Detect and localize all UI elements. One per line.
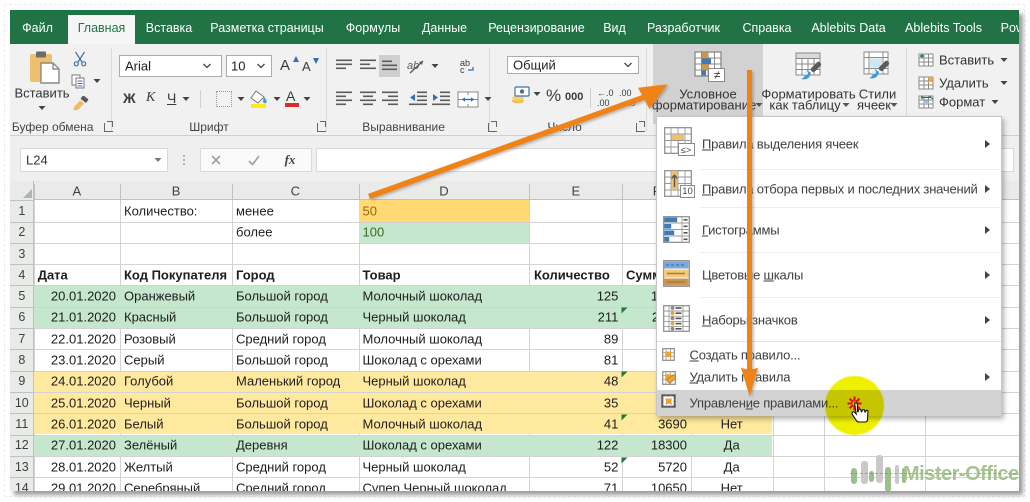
svg-text:c: c xyxy=(460,65,465,74)
